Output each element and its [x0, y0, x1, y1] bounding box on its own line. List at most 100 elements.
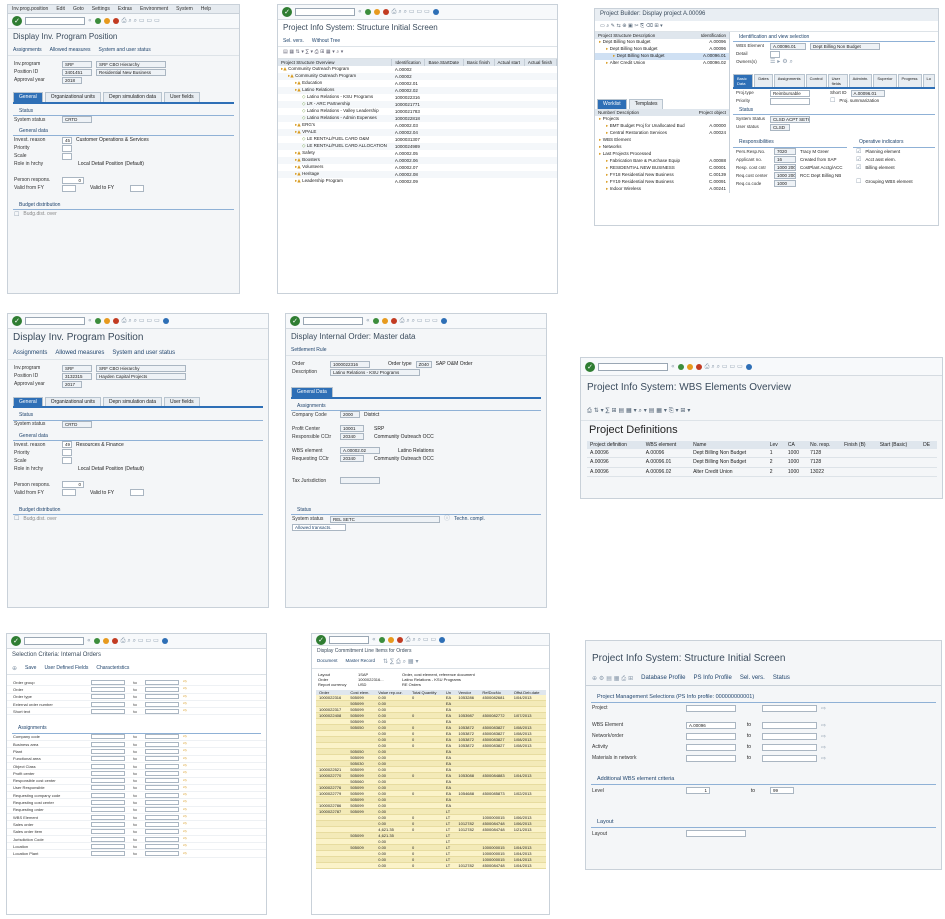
- table-row[interactable]: ▸▲ Community Outreach Program A.00002: [278, 66, 557, 73]
- table-row[interactable]: ▸▲ ERG's A.00002.03: [278, 122, 557, 129]
- command-field[interactable]: [25, 317, 85, 325]
- to-field[interactable]: [145, 778, 179, 784]
- checkbox-icon[interactable]: ☑: [856, 148, 861, 156]
- menu-item[interactable]: Edit: [56, 6, 65, 12]
- from-field[interactable]: [91, 708, 125, 714]
- back-button-icon[interactable]: [94, 18, 101, 24]
- print-find-icons[interactable]: ⎙ ⌕ ⌕ ▭ ▭ ▭: [121, 637, 159, 645]
- wbs-element-field[interactable]: A.00096: [686, 721, 736, 729]
- tree-node[interactable]: ▸ Fabrication Bare & Purchase Equip A.000…: [595, 158, 729, 165]
- from-field[interactable]: [91, 843, 125, 849]
- exit-icon[interactable]: [103, 318, 110, 324]
- tree-node[interactable]: ▸ Networks: [595, 144, 729, 151]
- wbs-tab[interactable]: Progress: [897, 74, 922, 87]
- project-to-field[interactable]: [762, 704, 817, 712]
- from-field[interactable]: [91, 756, 125, 762]
- summ-checkbox[interactable]: ☐: [830, 97, 835, 105]
- assignments-button[interactable]: Assignments: [13, 350, 47, 358]
- multiple-selection-icon[interactable]: ⇨: [821, 755, 826, 763]
- wbs-element-to-field[interactable]: [762, 721, 817, 729]
- resp-field[interactable]: 7020: [774, 148, 796, 155]
- tree-node[interactable]: ▸ RESIDENTIAL NEW BUSINESS C.00001: [595, 165, 729, 172]
- table-row[interactable]: ◇ Latino Relations - Admin Expenses 10000…: [278, 115, 557, 123]
- tree-node[interactable]: ▸ Last Projects Processed: [595, 151, 729, 158]
- allowed-measures-button[interactable]: Allowed measures: [55, 350, 104, 358]
- help-icon[interactable]: [439, 636, 446, 643]
- tree-node[interactable]: ▸ Central Restoration Services A.00024: [595, 130, 729, 137]
- to-field[interactable]: [145, 792, 179, 798]
- multiple-selection-icon[interactable]: ⇨: [183, 770, 187, 776]
- enter-icon[interactable]: ✓: [316, 634, 326, 645]
- to-field[interactable]: [145, 734, 179, 740]
- save-button[interactable]: Save: [25, 665, 36, 673]
- tab-general-data[interactable]: General Data: [291, 387, 333, 397]
- enter-icon[interactable]: ✓: [585, 361, 595, 372]
- exit-icon[interactable]: [387, 636, 394, 643]
- print-find-icons[interactable]: ⎙ ⌕ ⌕ ▭ ▭ ▭: [122, 17, 160, 25]
- to-field[interactable]: [145, 829, 179, 835]
- valid-from-field[interactable]: [62, 489, 76, 497]
- allowed-transacts-button[interactable]: Allowed transacts.: [292, 523, 346, 531]
- back-icon[interactable]: «: [671, 363, 675, 371]
- assignments-button[interactable]: Assignments: [13, 47, 42, 53]
- multiple-selection-icon[interactable]: ⇨: [183, 807, 187, 813]
- menu-item[interactable]: Inv.prog.position: [12, 6, 48, 12]
- to-field[interactable]: [145, 686, 179, 692]
- from-field[interactable]: [91, 748, 125, 754]
- menu-item[interactable]: Help: [201, 6, 211, 12]
- back-icon[interactable]: «: [358, 8, 362, 16]
- command-field[interactable]: [25, 17, 85, 25]
- tree-node[interactable]: ▸ FY19 Residential New Business C.00091: [595, 179, 729, 186]
- table-row[interactable]: ▸▲ Community Outreach Program A.00002: [278, 73, 557, 81]
- cancel-icon[interactable]: [396, 636, 403, 643]
- from-field[interactable]: [91, 829, 125, 835]
- column-header[interactable]: Project Structure Overview: [278, 58, 393, 67]
- tree-node[interactable]: ▸ FY18 Residential New Business C.00139: [595, 172, 729, 179]
- from-field[interactable]: [91, 851, 125, 857]
- cancel-icon[interactable]: [695, 363, 702, 370]
- multiple-selection-icon[interactable]: ⇨: [821, 722, 826, 730]
- multiple-selection-icon[interactable]: ⇨: [183, 778, 187, 784]
- to-field[interactable]: [145, 807, 179, 813]
- multiple-selection-icon[interactable]: ⇨: [183, 763, 187, 769]
- column-header[interactable]: No. resp.: [807, 441, 841, 449]
- tab-org-units[interactable]: Organizational units: [44, 397, 101, 407]
- sel-vers-button[interactable]: Sel. vers.: [740, 675, 765, 683]
- to-field[interactable]: [145, 756, 179, 762]
- tree-node[interactable]: ▸ Dept Billing Non Budget A.00096: [595, 39, 729, 46]
- priority-field[interactable]: [770, 97, 810, 105]
- tree-node[interactable]: ▸ Dept Billing Non Budget A.00096.01: [595, 53, 729, 61]
- proj-type-field[interactable]: Reimbursable: [770, 89, 810, 97]
- tab-depn-sim[interactable]: Depn simulation data: [103, 92, 162, 102]
- level-from-field[interactable]: 1: [686, 787, 710, 795]
- enter-icon[interactable]: ✓: [11, 636, 21, 646]
- menu-item[interactable]: Settings: [92, 6, 110, 12]
- table-row[interactable]: ▸▲ VPALE A.00002.04: [278, 129, 557, 137]
- valid-to-field[interactable]: [130, 489, 144, 497]
- exit-icon[interactable]: [102, 638, 109, 644]
- material-to-field[interactable]: [762, 754, 817, 762]
- back-button-icon[interactable]: [378, 636, 385, 643]
- table-row[interactable]: ◇ LE RENTAL/FUEL CARD ALLOCATION 10000249…: [278, 143, 557, 151]
- valid-to-field[interactable]: [130, 184, 144, 192]
- multiple-selection-icon[interactable]: ⇨: [183, 851, 187, 857]
- checkbox-icon[interactable]: ☐: [856, 178, 861, 186]
- to-field[interactable]: [145, 763, 179, 769]
- table-row[interactable]: ◇ Latino Relations - Valley Leadership 10…: [278, 108, 557, 115]
- from-field[interactable]: [91, 763, 125, 769]
- wbs-tab[interactable]: User fields: [827, 74, 848, 87]
- wbs-tab[interactable]: Superior: [873, 74, 897, 87]
- from-field[interactable]: [91, 836, 125, 842]
- print-find-icons[interactable]: ⎙ ⌕ ⌕ ▭ ▭ ▭: [122, 317, 160, 325]
- network-order-field[interactable]: [686, 732, 736, 740]
- cancel-icon[interactable]: [112, 318, 119, 324]
- wbs-tab[interactable]: Lo: [922, 74, 935, 87]
- multiple-selection-icon[interactable]: ⇨: [183, 843, 187, 849]
- tab-depn-sim[interactable]: Depn simulation data: [103, 397, 162, 407]
- multiple-selection-icon[interactable]: ⇨: [183, 741, 187, 747]
- multiple-selection-icon[interactable]: ⇨: [183, 799, 187, 805]
- position-id-field[interactable]: 3132315: [62, 372, 92, 380]
- multiple-selection-icon[interactable]: ⇨: [821, 733, 826, 741]
- from-field[interactable]: [91, 686, 125, 692]
- back-icon[interactable]: «: [366, 317, 370, 325]
